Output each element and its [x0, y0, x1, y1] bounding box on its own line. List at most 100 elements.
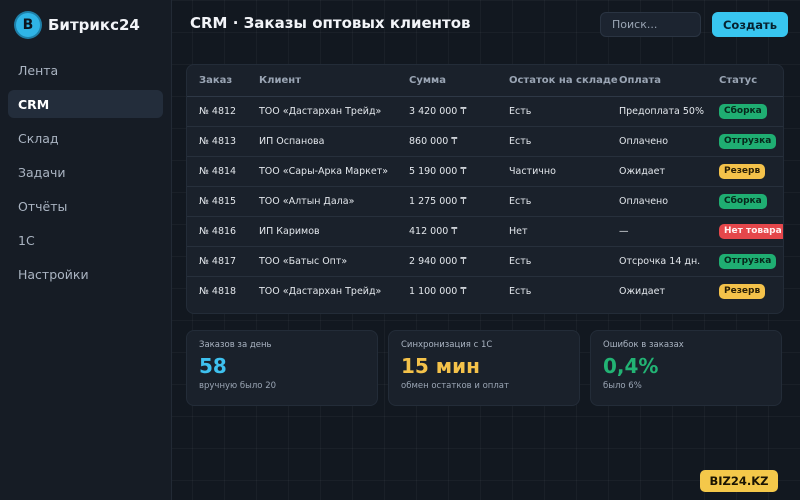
cell-status: Резерв [707, 155, 783, 186]
table-row[interactable]: № 4815 ТОО «Алтын Дала» 1 275 000 ₸ Есть Опл… [187, 185, 783, 216]
column-header-payment[interactable]: Оплата [607, 65, 707, 96]
app-name: Битрикс24 [48, 16, 140, 34]
sidebar-item-label: CRM [18, 96, 50, 112]
cell-status: Отгрузка [707, 125, 783, 156]
status-badge: Отгрузка [719, 253, 777, 269]
bitrix-logo-icon: B [16, 13, 40, 37]
sidebar-item-label: Настройки [18, 266, 89, 282]
create-button[interactable]: Создать [712, 12, 788, 37]
page-title: CRM · Заказы оптовых клиентов [190, 14, 471, 32]
watermark-badge: BIZ24.KZ [700, 470, 778, 492]
stat-label: Заказов за день [199, 340, 272, 350]
cell-status: Сборка [707, 185, 783, 216]
cell-payment: Ожидает [607, 155, 707, 186]
status-badge: Нет товара [719, 223, 783, 239]
orders-table: Заказ Клиент Сумма Остаток на складе Оплата С… [187, 65, 783, 306]
table-header-row: Заказ Клиент Сумма Остаток на складе Оплата С… [187, 65, 783, 96]
sidebar-item-label: Склад [18, 130, 59, 146]
table-row[interactable]: № 4814 ТОО «Сары-Арка Маркет» 5 190 000 ₸ Ч… [187, 155, 783, 186]
stat-card-order-errors: Ошибок в заказах 0,4% было 6% [590, 330, 782, 406]
cell-order[interactable]: № 4818 [187, 275, 247, 306]
cell-payment: — [607, 215, 707, 246]
table-row[interactable]: № 4816 ИП Каримов 412 000 ₸ Нет — Нет товара [187, 215, 783, 246]
cell-payment: Ожидает [607, 275, 707, 306]
cell-client: ТОО «Алтын Дала» [247, 185, 397, 216]
cell-client: ИП Каримов [247, 215, 397, 246]
stat-value: 0,4% [603, 354, 659, 378]
cell-payment: Оплачено [607, 125, 707, 156]
sidebar-item-1c[interactable]: 1С [8, 226, 163, 254]
cell-client: ТОО «Дастархан Трейд» [247, 275, 397, 306]
sidebar-item-reports[interactable]: Отчёты [8, 192, 163, 220]
brand[interactable]: B Битрикс24 [16, 13, 140, 37]
cell-order[interactable]: № 4817 [187, 245, 247, 276]
column-header-sum[interactable]: Сумма [397, 65, 497, 96]
cell-sum: 3 420 000 ₸ [397, 95, 497, 126]
sidebar-item-label: Задачи [18, 164, 66, 180]
cell-sum: 1 100 000 ₸ [397, 275, 497, 306]
sidebar-item-settings[interactable]: Настройки [8, 260, 163, 288]
stat-value: 58 [199, 354, 227, 378]
column-header-client[interactable]: Клиент [247, 65, 397, 96]
cell-status: Нет товара [707, 215, 783, 246]
search-input[interactable] [600, 12, 701, 37]
stat-card-sync-1c: Синхронизация с 1С 15 мин обмен остатков и… [388, 330, 580, 406]
sidebar-item-warehouse[interactable]: Склад [8, 124, 163, 152]
cell-stock: Есть [497, 275, 607, 306]
sidebar-item-feed[interactable]: Лента [8, 56, 163, 84]
cell-order[interactable]: № 4813 [187, 125, 247, 156]
cell-order[interactable]: № 4814 [187, 155, 247, 186]
cell-sum: 860 000 ₸ [397, 125, 497, 156]
cell-status: Сборка [707, 95, 783, 126]
cell-order[interactable]: № 4812 [187, 95, 247, 126]
column-header-status[interactable]: Статус [707, 65, 783, 96]
cell-payment: Предоплата 50% [607, 95, 707, 126]
cell-sum: 2 940 000 ₸ [397, 245, 497, 276]
sidebar-item-label: Лента [18, 62, 59, 78]
status-badge: Сборка [719, 103, 767, 119]
sidebar: B Битрикс24 Лента CRM Склад Задачи Отчёты 1С Н… [0, 0, 172, 500]
status-badge: Резерв [719, 283, 766, 299]
cell-payment: Отсрочка 14 дн. [607, 245, 707, 276]
sidebar-item-label: Отчёты [18, 198, 68, 214]
cell-sum: 5 190 000 ₸ [397, 155, 497, 186]
column-header-stock[interactable]: Остаток на складе [497, 65, 618, 96]
table-row[interactable]: № 4817 ТОО «Батыс Опт» 2 940 000 ₸ Есть Отср… [187, 245, 783, 276]
orders-table-panel: Заказ Клиент Сумма Остаток на складе Оплата С… [186, 64, 784, 314]
stat-subtext: обмен остатков и оплат [401, 381, 509, 391]
cell-client: ТОО «Сары-Арка Маркет» [247, 155, 397, 186]
cell-sum: 1 275 000 ₸ [397, 185, 497, 216]
status-badge: Сборка [719, 193, 767, 209]
stat-card-orders-per-day: Заказов за день 58 вручную было 20 [186, 330, 378, 406]
cell-payment: Оплачено [607, 185, 707, 216]
cell-stock: Есть [497, 125, 607, 156]
sidebar-item-crm[interactable]: CRM [8, 90, 163, 118]
table-row[interactable]: № 4812 ТОО «Дастархан Трейд» 3 420 000 ₸ Ес… [187, 95, 783, 126]
table-row[interactable]: № 4818 ТОО «Дастархан Трейд» 1 100 000 ₸ Ес… [187, 275, 783, 306]
cell-client: ИП Оспанова [247, 125, 397, 156]
cell-stock: Частично [497, 155, 607, 186]
sidebar-nav: Лента CRM Склад Задачи Отчёты 1С Настройки [8, 56, 163, 294]
cell-stock: Нет [497, 215, 607, 246]
stat-label: Ошибок в заказах [603, 340, 684, 350]
status-badge: Отгрузка [719, 133, 777, 149]
cell-client: ТОО «Дастархан Трейд» [247, 95, 397, 126]
cell-sum: 412 000 ₸ [397, 215, 497, 246]
sidebar-item-label: 1С [18, 232, 35, 248]
cell-stock: Есть [497, 95, 607, 126]
table-row[interactable]: № 4813 ИП Оспанова 860 000 ₸ Есть Оплачено От… [187, 125, 783, 156]
cell-order[interactable]: № 4815 [187, 185, 247, 216]
cell-status: Резерв [707, 275, 783, 306]
cell-client: ТОО «Батыс Опт» [247, 245, 397, 276]
sidebar-item-tasks[interactable]: Задачи [8, 158, 163, 186]
column-header-order[interactable]: Заказ [187, 65, 247, 96]
cell-status: Отгрузка [707, 245, 783, 276]
cell-stock: Есть [497, 245, 607, 276]
cell-stock: Есть [497, 185, 607, 216]
cell-order[interactable]: № 4816 [187, 215, 247, 246]
stat-label: Синхронизация с 1С [401, 340, 493, 350]
stat-value: 15 мин [401, 354, 480, 378]
status-badge: Резерв [719, 163, 766, 179]
stat-subtext: было 6% [603, 381, 642, 391]
stat-subtext: вручную было 20 [199, 381, 277, 391]
